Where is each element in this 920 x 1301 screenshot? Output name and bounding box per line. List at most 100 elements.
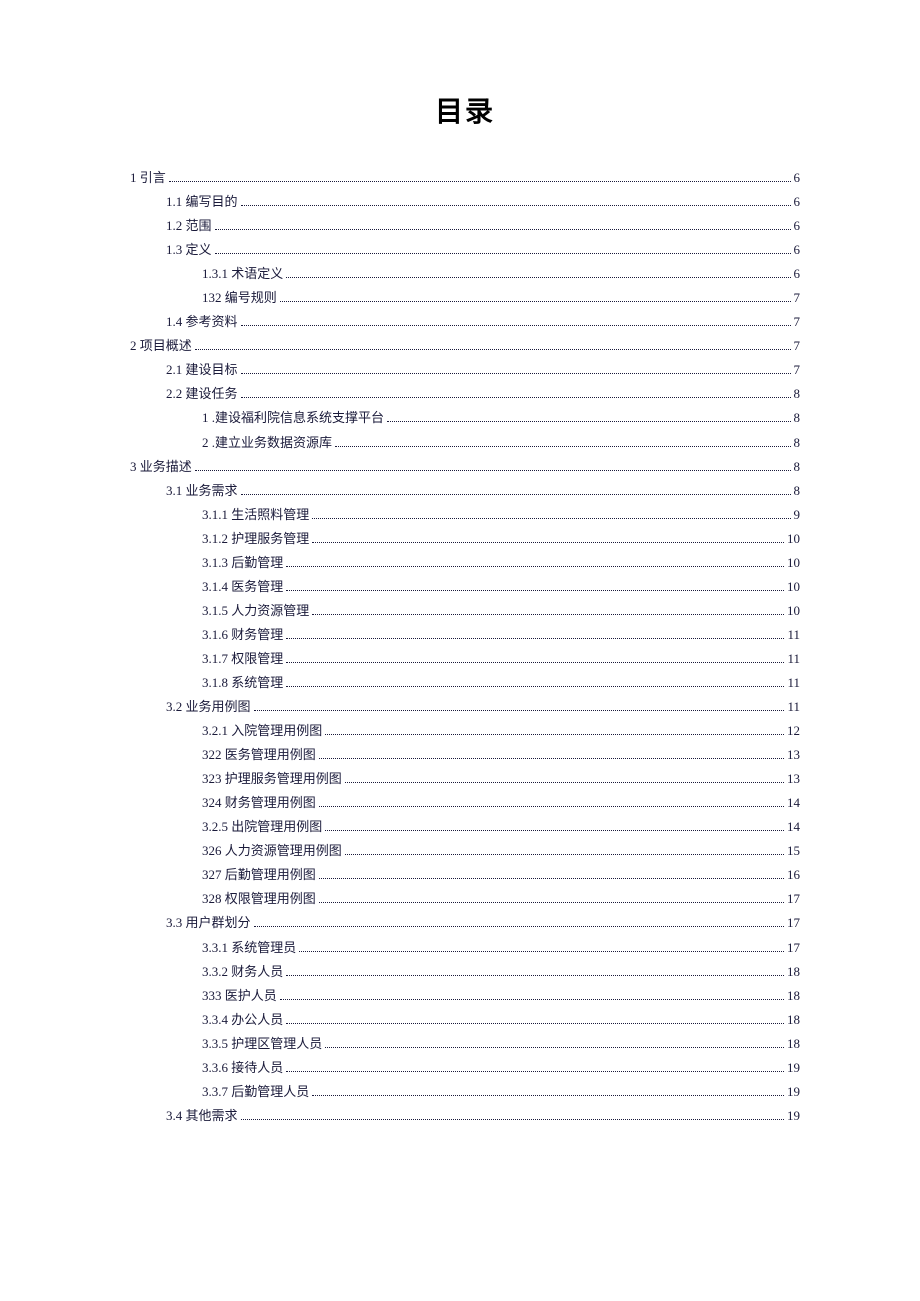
document-title: 目录 <box>130 90 800 130</box>
toc-entry-leader <box>241 391 791 399</box>
toc-entry-leader <box>335 439 790 447</box>
toc-entry: 3.3.4 办公人员 18 <box>130 1008 800 1032</box>
toc-entry-label: 3.1.6 财务管理 <box>202 623 283 647</box>
toc-entry-label: 1 .建设福利院信息系统支撑平台 <box>202 406 384 430</box>
toc-entry-leader <box>345 848 784 856</box>
toc-entry: 3.3 用户群划分 17 <box>130 911 800 935</box>
toc-entry: 3.2.1 入院管理用例图 12 <box>130 719 800 743</box>
toc-entry-label: 3.3.6 接待人员 <box>202 1056 283 1080</box>
toc-entry: 323 护理服务管理用例图13 <box>130 767 800 791</box>
toc-entry: 3.2 业务用例图 11 <box>130 695 800 719</box>
toc-entry: 1.3.1 术语定义6 <box>130 262 800 286</box>
toc-entry-page: 7 <box>794 358 801 382</box>
toc-entry-label: 327 后勤管理用例图 <box>202 863 316 887</box>
toc-entry-page: 8 <box>794 431 801 455</box>
toc-entry-page: 17 <box>787 936 800 960</box>
toc-entry: 3.4 其他需求 19 <box>130 1104 800 1128</box>
toc-entry-page: 8 <box>794 455 801 479</box>
toc-entry-label: 3.1.4 医务管理 <box>202 575 283 599</box>
toc-entry: 3.1.3 后勤管理10 <box>130 551 800 575</box>
toc-entry-leader <box>169 174 791 182</box>
toc-entry-leader <box>254 920 784 928</box>
toc-entry-page: 18 <box>787 960 800 984</box>
toc-entry: 1.1 编写目的6 <box>130 190 800 214</box>
toc-entry: 2.2 建设任务 8 <box>130 382 800 406</box>
toc-entry-label: 3.1.7 权限管理 <box>202 647 283 671</box>
toc-entry-leader <box>286 1064 784 1072</box>
toc-entry-label: 2 项目概述 <box>130 334 192 358</box>
toc-entry: 1.2 范围 6 <box>130 214 800 238</box>
toc-entry-label: 3.3.2 财务人员 <box>202 960 283 984</box>
toc-entry-page: 16 <box>787 863 800 887</box>
toc-entry: 326 人力资源管理用例图15 <box>130 839 800 863</box>
toc-entry: 3.1.2 护理服务管理 10 <box>130 527 800 551</box>
toc-entry-page: 6 <box>794 166 801 190</box>
toc-entry-leader <box>241 487 791 495</box>
toc-entry-leader <box>286 679 784 687</box>
toc-entry-page: 10 <box>787 575 800 599</box>
toc-entry-label: 3.2 业务用例图 <box>166 695 251 719</box>
toc-entry-page: 19 <box>787 1104 800 1128</box>
toc-entry: 2 项目概述 7 <box>130 334 800 358</box>
toc-entry-page: 19 <box>787 1056 800 1080</box>
toc-entry-label: 324 财务管理用例图 <box>202 791 316 815</box>
toc-entry-leader <box>286 655 784 663</box>
toc-entry-label: 132 编号规则 <box>202 286 277 310</box>
toc-entry-leader <box>286 270 790 278</box>
toc-entry-page: 18 <box>787 1008 800 1032</box>
toc-entry-page: 8 <box>794 382 801 406</box>
toc-entry-leader <box>312 1088 784 1096</box>
toc-entry-page: 6 <box>794 238 801 262</box>
toc-entry: 3.3.6 接待人员 19 <box>130 1056 800 1080</box>
toc-entry-page: 14 <box>787 815 800 839</box>
toc-entry: 3.3.2 财务人员 18 <box>130 960 800 984</box>
toc-entry-page: 18 <box>787 1032 800 1056</box>
toc-entry-leader <box>345 775 784 783</box>
toc-entry-leader <box>280 992 784 1000</box>
toc-entry-page: 10 <box>787 551 800 575</box>
toc-entry-label: 3.2.5 出院管理用例图 <box>202 815 322 839</box>
toc-entry-label: 3.3.4 办公人员 <box>202 1008 283 1032</box>
toc-entry-page: 11 <box>787 671 800 695</box>
toc-entry-label: 2 .建立业务数据资源库 <box>202 431 332 455</box>
toc-entry-leader <box>241 318 791 326</box>
toc-entry-label: 3.3.1 系统管理员 <box>202 936 296 960</box>
toc-entry-leader <box>325 1040 784 1048</box>
toc-entry-label: 2.1 建设目标 <box>166 358 238 382</box>
toc-entry-label: 1.3 定义 <box>166 238 212 262</box>
toc-entry-label: 3.1.2 护理服务管理 <box>202 527 309 551</box>
toc-entry-label: 1.2 范围 <box>166 214 212 238</box>
toc-entry-leader <box>325 823 784 831</box>
toc-entry: 3.1.4 医务管理 10 <box>130 575 800 599</box>
toc-entry-leader <box>312 535 784 543</box>
toc-entry: 3.1.8 系统管理11 <box>130 671 800 695</box>
toc-entry-page: 11 <box>787 647 800 671</box>
toc-entry-page: 18 <box>787 984 800 1008</box>
toc-entry: 1 引言 6 <box>130 166 800 190</box>
toc-entry-page: 13 <box>787 743 800 767</box>
toc-entry-page: 6 <box>794 214 801 238</box>
toc-entry-label: 3.4 其他需求 <box>166 1104 238 1128</box>
toc-entry-label: 1.1 编写目的 <box>166 190 238 214</box>
toc-entry-label: 3.3 用户群划分 <box>166 911 251 935</box>
toc-entry: 3.1.5 人力资源管理 10 <box>130 599 800 623</box>
toc-entry-leader <box>387 415 790 423</box>
toc-entry-page: 17 <box>787 911 800 935</box>
toc-entry-page: 10 <box>787 527 800 551</box>
toc-entry-page: 7 <box>794 286 801 310</box>
table-of-contents: 1 引言61.1 编写目的61.2 范围61.3 定义61.3.1 术语定义61… <box>130 166 800 1128</box>
toc-entry-label: 1 引言 <box>130 166 166 190</box>
toc-entry-page: 9 <box>794 503 801 527</box>
toc-entry-label: 1.3.1 术语定义 <box>202 262 283 286</box>
toc-entry-page: 10 <box>787 599 800 623</box>
toc-entry: 327 后勤管理用例图 16 <box>130 863 800 887</box>
toc-entry-page: 11 <box>787 695 800 719</box>
toc-entry-page: 7 <box>794 310 801 334</box>
toc-entry-label: 3.1.5 人力资源管理 <box>202 599 309 623</box>
toc-entry-label: 3.2.1 入院管理用例图 <box>202 719 322 743</box>
toc-entry-label: 3.3.7 后勤管理人员 <box>202 1080 309 1104</box>
toc-entry-leader <box>312 511 790 519</box>
toc-entry-page: 17 <box>787 887 800 911</box>
toc-entry: 3.3.7 后勤管理人员19 <box>130 1080 800 1104</box>
toc-entry-page: 7 <box>794 334 801 358</box>
